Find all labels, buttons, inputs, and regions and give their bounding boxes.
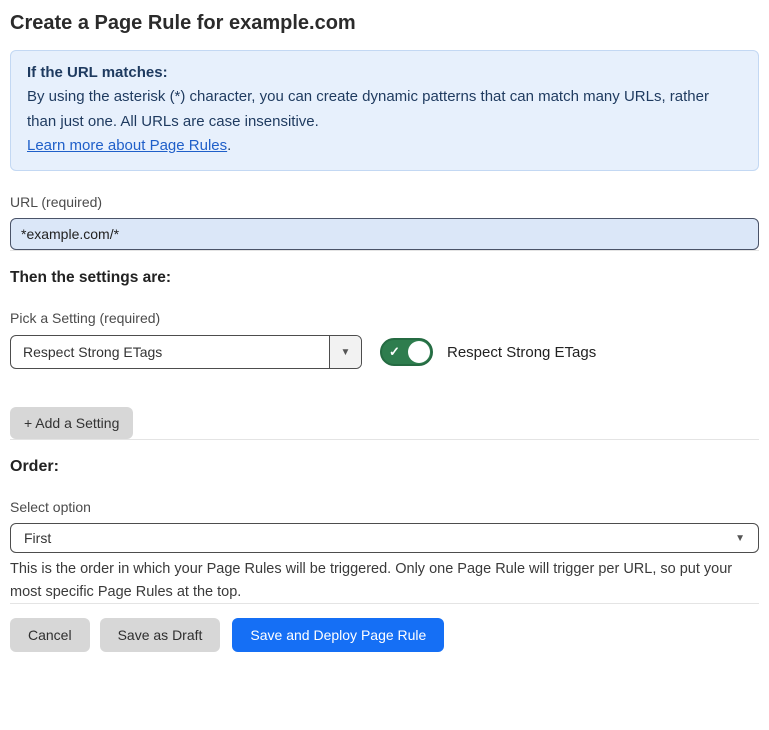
setting-toggle[interactable]: ✓ — [380, 338, 433, 366]
setting-row: Respect Strong ETags ▼ ✓ Respect Strong … — [10, 335, 759, 369]
url-field-label: URL (required) — [10, 194, 759, 210]
url-match-info-box: If the URL matches: By using the asteris… — [10, 50, 759, 171]
settings-section-heading: Then the settings are: — [10, 269, 759, 287]
save-deploy-button[interactable]: Save and Deploy Page Rule — [232, 618, 444, 652]
page-title: Create a Page Rule for example.com — [10, 12, 759, 35]
info-box-heading: If the URL matches: — [27, 61, 742, 85]
pick-setting-label: Pick a Setting (required) — [10, 310, 759, 326]
chevron-down-icon: ▼ — [735, 533, 745, 544]
add-setting-button[interactable]: + Add a Setting — [10, 407, 133, 439]
link-suffix: . — [227, 137, 231, 154]
order-help-text: This is the order in which your Page Rul… — [10, 558, 759, 603]
save-draft-button[interactable]: Save as Draft — [100, 618, 221, 652]
setting-dropdown-value: Respect Strong ETags — [11, 336, 329, 368]
toggle-knob — [408, 341, 430, 363]
form-actions: Cancel Save as Draft Save and Deploy Pag… — [10, 618, 759, 652]
divider — [10, 603, 759, 604]
toggle-label: Respect Strong ETags — [447, 344, 596, 361]
check-icon: ✓ — [389, 345, 400, 358]
setting-dropdown[interactable]: Respect Strong ETags ▼ — [10, 335, 362, 369]
order-dropdown-value: First — [24, 530, 51, 546]
info-box-link-row: Learn more about Page Rules. — [27, 134, 742, 158]
url-input[interactable] — [10, 218, 759, 250]
divider — [10, 439, 759, 440]
divider — [10, 250, 759, 251]
cancel-button[interactable]: Cancel — [10, 618, 90, 652]
page-rule-form: Create a Page Rule for example.com If th… — [0, 12, 769, 652]
info-box-body: By using the asterisk (*) character, you… — [27, 85, 742, 134]
learn-more-link[interactable]: Learn more about Page Rules — [27, 137, 227, 154]
order-dropdown[interactable]: First ▼ — [10, 523, 759, 553]
order-select-label: Select option — [10, 499, 759, 515]
chevron-down-icon[interactable]: ▼ — [329, 336, 361, 368]
order-section-heading: Order: — [10, 458, 759, 476]
